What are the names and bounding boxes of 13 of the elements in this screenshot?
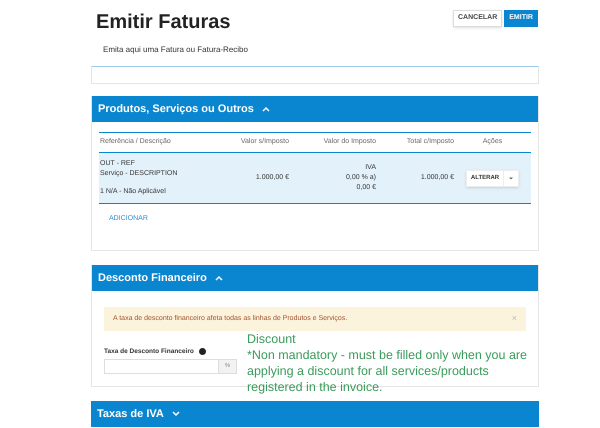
section-header[interactable]: Taxas de IVA	[91, 400, 539, 427]
chevron-down-icon[interactable]	[172, 410, 180, 417]
section-title: Desconto Financeiro	[98, 270, 207, 286]
chevron-up-icon[interactable]	[214, 275, 223, 281]
page-title: Emitir Faturas	[96, 10, 230, 34]
chevron-up-icon[interactable]	[262, 106, 270, 112]
section-title: Taxas de IVA	[97, 406, 164, 422]
section-title: Produtos, Serviços ou Outros	[98, 102, 254, 117]
annotation-title: Discount	[247, 331, 297, 347]
subtitle: Emita aqui uma Fatura ou Fatura-Recibo	[103, 44, 249, 56]
section-header[interactable]: Produtos, Serviços ou Outros	[92, 96, 538, 122]
annotation-text: *Non mandatory - must be filled only when you are applying a discount for all services/products registered in the invoice.	[247, 347, 528, 395]
section-header[interactable]: Desconto Financeiro	[92, 265, 538, 291]
